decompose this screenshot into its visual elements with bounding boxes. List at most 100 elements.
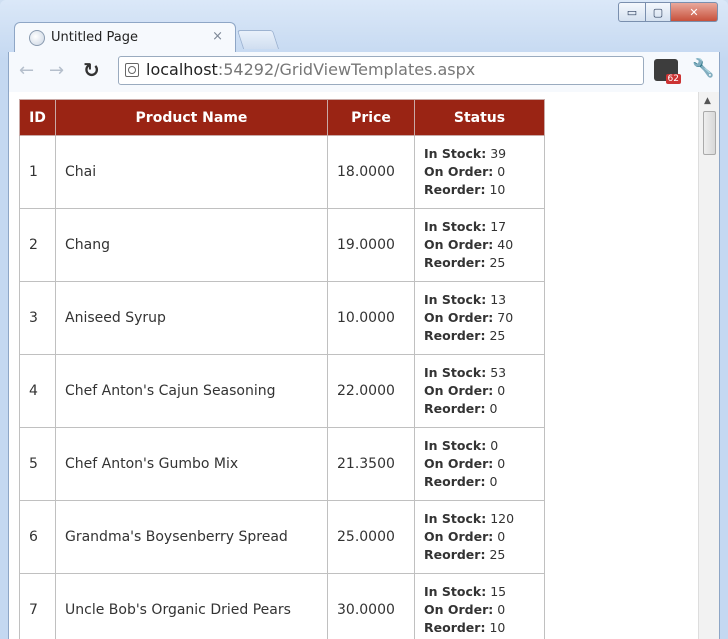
tab-close-icon[interactable]: × bbox=[212, 29, 223, 44]
wrench-icon[interactable]: 🔧 bbox=[692, 58, 714, 79]
status-on-order-value: 0 bbox=[497, 164, 506, 179]
status-in-stock-value: 120 bbox=[490, 511, 515, 526]
status-reorder-value: 25 bbox=[489, 547, 506, 562]
table-row: 7 Uncle Bob's Organic Dried Pears 30.0000 I… bbox=[19, 573, 545, 639]
table-row: 4 Chef Anton's Cajun Seasoning 22.0000 In S… bbox=[19, 354, 545, 428]
status-on-order: On Order: 0 bbox=[424, 601, 535, 619]
status-on-order-value: 0 bbox=[497, 383, 506, 398]
status-reorder-value: 0 bbox=[489, 401, 498, 416]
browser-toolbar: ← → ↻ localhost:54292/GridViewTemplates.… bbox=[8, 52, 720, 92]
cell-status: In Stock: 17 On Order: 40 Reorder: 25 bbox=[414, 208, 545, 282]
cell-price: 22.0000 bbox=[327, 354, 415, 428]
status-reorder-label: Reorder: bbox=[424, 401, 486, 416]
status-in-stock-value: 17 bbox=[490, 219, 507, 234]
cell-status: In Stock: 13 On Order: 70 Reorder: 25 bbox=[414, 281, 545, 355]
status-in-stock-value: 53 bbox=[490, 365, 507, 380]
page-viewport: ID Product Name Price Status 1 Chai 18.000… bbox=[8, 92, 698, 639]
tab-title: Untitled Page bbox=[51, 30, 139, 45]
status-reorder-value: 0 bbox=[489, 474, 498, 489]
cell-price: 18.0000 bbox=[327, 135, 415, 209]
cell-price: 30.0000 bbox=[327, 573, 415, 639]
status-on-order: On Order: 0 bbox=[424, 163, 535, 181]
status-on-order-label: On Order: bbox=[424, 383, 494, 398]
status-reorder: Reorder: 25 bbox=[424, 546, 535, 564]
table-row: 2 Chang 19.0000 In Stock: 17 On Order: 40 Reo… bbox=[19, 208, 545, 282]
status-reorder-label: Reorder: bbox=[424, 255, 486, 270]
status-reorder-label: Reorder: bbox=[424, 328, 486, 343]
status-on-order-value: 70 bbox=[497, 310, 514, 325]
status-in-stock: In Stock: 39 bbox=[424, 145, 535, 163]
scroll-up-arrow-icon[interactable]: ▲ bbox=[704, 96, 711, 106]
header-id: ID bbox=[19, 99, 56, 136]
forward-arrow-icon[interactable]: → bbox=[49, 60, 64, 81]
status-reorder-label: Reorder: bbox=[424, 620, 486, 635]
grid-header-row: ID Product Name Price Status bbox=[19, 99, 545, 136]
cell-product-name: Grandma's Boysenberry Spread bbox=[55, 500, 328, 574]
status-on-order-value: 0 bbox=[497, 602, 506, 617]
table-row: 5 Chef Anton's Gumbo Mix 21.3500 In Stock: … bbox=[19, 427, 545, 501]
status-reorder: Reorder: 0 bbox=[424, 473, 535, 491]
maximize-button[interactable]: ▢ bbox=[646, 2, 671, 22]
globe-icon bbox=[29, 30, 45, 46]
cell-id: 6 bbox=[19, 500, 56, 574]
cell-status: In Stock: 120 On Order: 0 Reorder: 25 bbox=[414, 500, 545, 574]
status-in-stock-value: 0 bbox=[490, 438, 499, 453]
cell-status: In Stock: 39 On Order: 0 Reorder: 10 bbox=[414, 135, 545, 209]
header-price: Price bbox=[327, 99, 415, 136]
cell-product-name: Chef Anton's Cajun Seasoning bbox=[55, 354, 328, 428]
browser-tab[interactable]: Untitled Page × bbox=[14, 22, 236, 53]
status-reorder: Reorder: 25 bbox=[424, 254, 535, 272]
cell-price: 21.3500 bbox=[327, 427, 415, 501]
status-in-stock-value: 13 bbox=[490, 292, 507, 307]
status-reorder-label: Reorder: bbox=[424, 474, 486, 489]
vertical-scrollbar[interactable]: ▲ bbox=[698, 92, 720, 639]
cell-price: 19.0000 bbox=[327, 208, 415, 282]
cell-status: In Stock: 53 On Order: 0 Reorder: 0 bbox=[414, 354, 545, 428]
cell-status: In Stock: 15 On Order: 0 Reorder: 10 bbox=[414, 573, 545, 639]
status-in-stock: In Stock: 15 bbox=[424, 583, 535, 601]
address-bar[interactable]: localhost:54292/GridViewTemplates.aspx bbox=[118, 56, 644, 85]
status-on-order-label: On Order: bbox=[424, 164, 494, 179]
status-reorder: Reorder: 10 bbox=[424, 181, 535, 199]
header-status: Status bbox=[414, 99, 545, 136]
status-on-order: On Order: 0 bbox=[424, 528, 535, 546]
status-on-order-value: 0 bbox=[497, 456, 506, 471]
status-in-stock-label: In Stock: bbox=[424, 365, 487, 380]
status-in-stock: In Stock: 120 bbox=[424, 510, 535, 528]
url-path: :54292/GridViewTemplates.aspx bbox=[217, 60, 476, 79]
status-in-stock-label: In Stock: bbox=[424, 146, 487, 161]
status-on-order-label: On Order: bbox=[424, 602, 494, 617]
status-on-order-label: On Order: bbox=[424, 529, 494, 544]
status-on-order: On Order: 40 bbox=[424, 236, 535, 254]
cell-price: 10.0000 bbox=[327, 281, 415, 355]
status-on-order-value: 0 bbox=[497, 529, 506, 544]
scrollbar-thumb[interactable] bbox=[703, 111, 716, 155]
cell-product-name: Aniseed Syrup bbox=[55, 281, 328, 355]
cell-product-name: Chef Anton's Gumbo Mix bbox=[55, 427, 328, 501]
cell-id: 1 bbox=[19, 135, 56, 209]
status-in-stock-label: In Stock: bbox=[424, 584, 487, 599]
browser-window: ▭ ▢ ✕ Untitled Page × ← → ↻ localhost:54… bbox=[0, 0, 728, 639]
cell-id: 7 bbox=[19, 573, 56, 639]
cell-id: 5 bbox=[19, 427, 56, 501]
cell-product-name: Uncle Bob's Organic Dried Pears bbox=[55, 573, 328, 639]
cell-id: 3 bbox=[19, 281, 56, 355]
status-reorder-label: Reorder: bbox=[424, 182, 486, 197]
status-reorder-value: 25 bbox=[489, 328, 506, 343]
status-in-stock: In Stock: 0 bbox=[424, 437, 535, 455]
back-arrow-icon[interactable]: ← bbox=[19, 60, 34, 81]
status-on-order-value: 40 bbox=[497, 237, 514, 252]
close-window-button[interactable]: ✕ bbox=[671, 2, 718, 22]
status-in-stock-label: In Stock: bbox=[424, 511, 487, 526]
status-in-stock-value: 39 bbox=[490, 146, 507, 161]
url-text: localhost:54292/GridViewTemplates.aspx bbox=[146, 60, 475, 79]
new-tab-button[interactable] bbox=[236, 30, 280, 49]
status-on-order-label: On Order: bbox=[424, 237, 494, 252]
url-host: localhost bbox=[146, 60, 218, 79]
reload-icon[interactable]: ↻ bbox=[83, 58, 100, 82]
table-row: 1 Chai 18.0000 In Stock: 39 On Order: 0 Reord… bbox=[19, 135, 545, 209]
minimize-button[interactable]: ▭ bbox=[618, 2, 646, 22]
extension-icon[interactable] bbox=[654, 59, 681, 84]
grid-body: 1 Chai 18.0000 In Stock: 39 On Order: 0 Reord… bbox=[19, 135, 545, 639]
header-product-name: Product Name bbox=[55, 99, 328, 136]
